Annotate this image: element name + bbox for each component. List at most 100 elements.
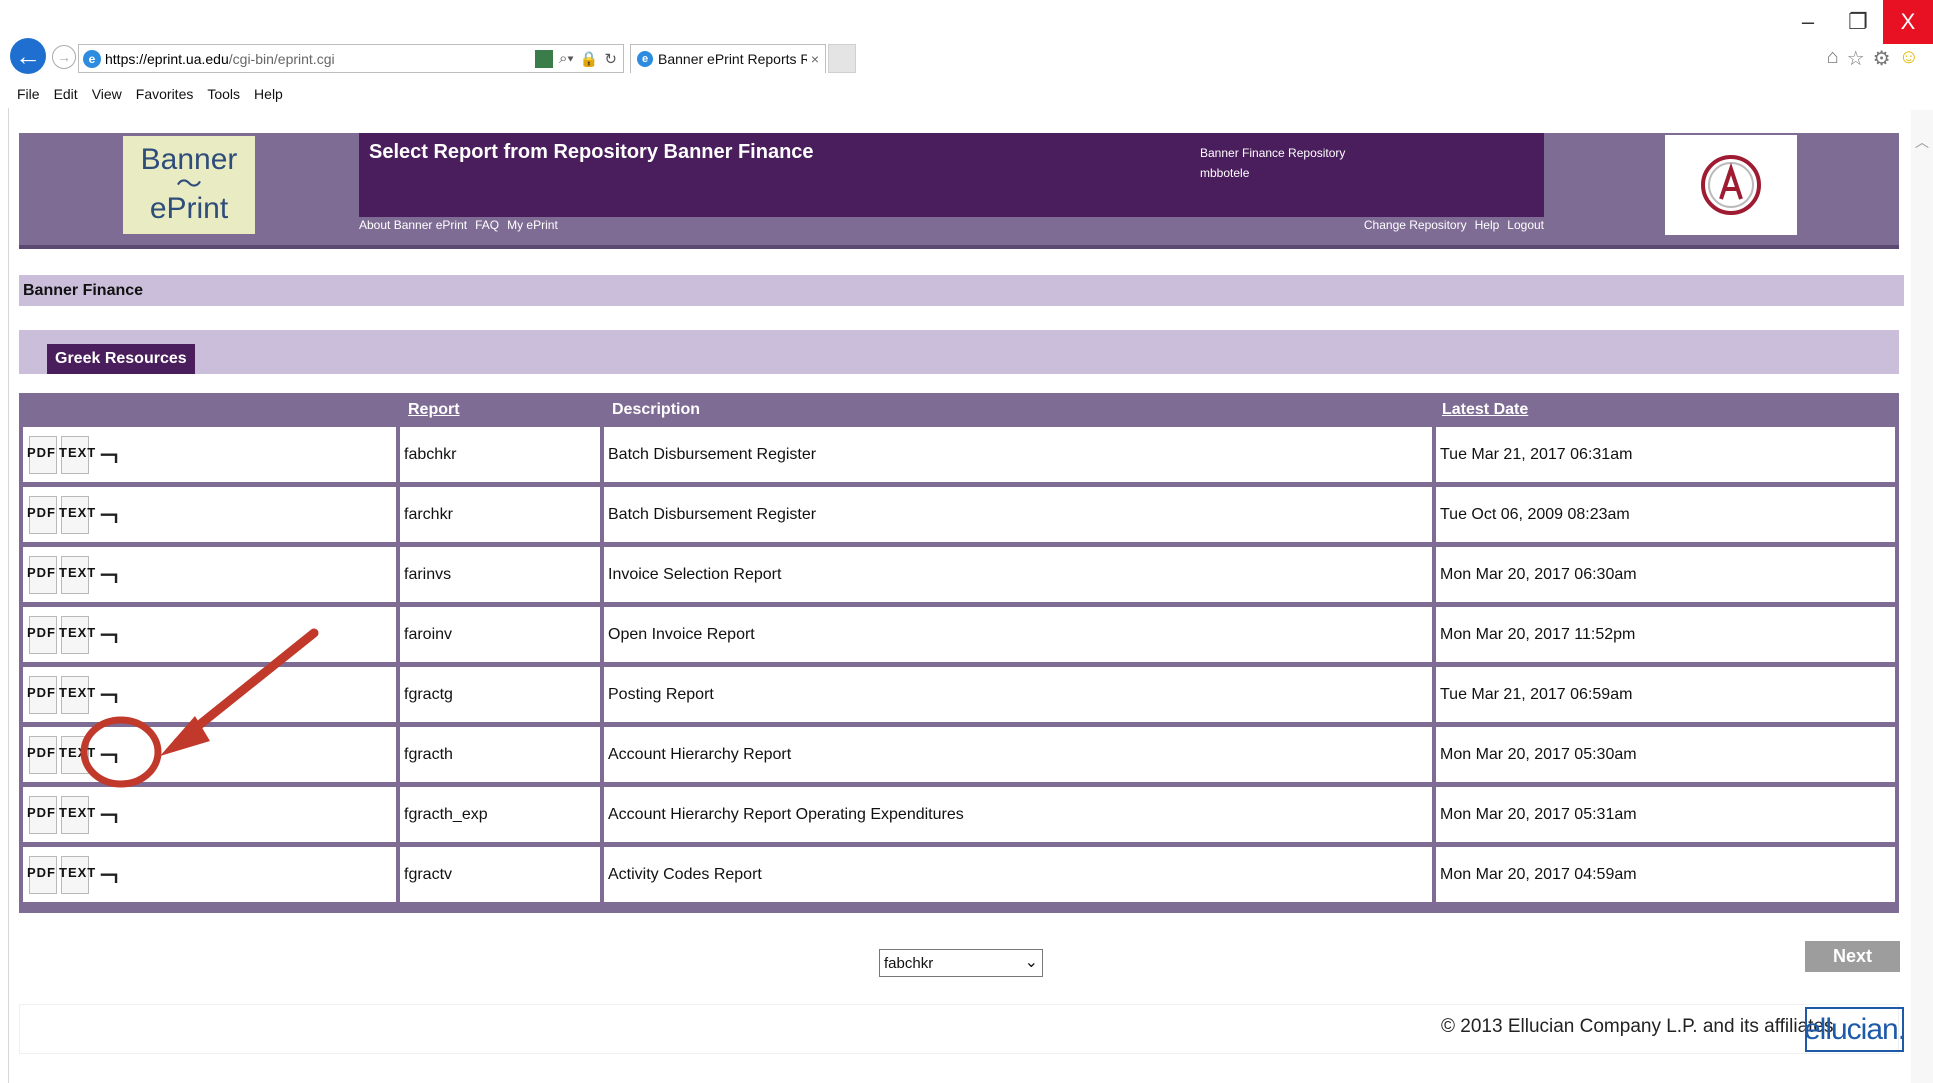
menu-bar: File Edit View Favorites Tools Help [17,86,283,102]
menu-edit[interactable]: Edit [54,86,78,102]
table-row: PDF TEXT ⌐ fgracth_exp Account Hierarchy… [23,787,1895,842]
row-actions: PDF TEXT ⌐ [23,667,396,722]
pdf-icon[interactable]: PDF [27,855,57,894]
logout-link[interactable]: Logout [1507,218,1544,232]
ellucian-logo: ellucian. [1804,1007,1906,1052]
faq-link[interactable]: FAQ [475,218,499,232]
report-description: Batch Disbursement Register [604,487,1432,542]
settings-gear-icon[interactable]: ⚙ [1873,46,1891,71]
scroll-up-icon[interactable]: ︿ [1911,132,1933,152]
favorites-star-icon[interactable]: ☆ [1847,46,1865,71]
report-select-value: fabchkr [884,954,934,972]
table-row: PDF TEXT ⌐ farinvs Invoice Selection Rep… [23,547,1895,602]
close-window-button[interactable]: X [1883,0,1933,44]
pdf-icon[interactable]: PDF [27,675,57,714]
breadcrumb: Banner Finance [19,275,1904,306]
text-icon[interactable]: TEXT [59,795,95,834]
url-text[interactable]: https://eprint.ua.edu/cgi-bin/eprint.cgi [105,51,535,67]
new-tab-button[interactable] [828,44,856,73]
help-link[interactable]: Help [1475,218,1500,232]
menu-tools[interactable]: Tools [207,86,240,102]
header-right-links: Change Repository Help Logout [1364,218,1544,232]
lock-icon[interactable]: 🔒 [580,50,599,68]
script-a-logo-icon [1701,155,1761,215]
text-icon[interactable]: TEXT [59,735,95,774]
back-arrow-icon: ← [15,40,41,71]
university-logo [1665,135,1797,235]
report-latest-date: Mon Mar 20, 2017 05:30am [1436,727,1895,782]
pdf-icon[interactable]: PDF [27,495,57,534]
text-icon[interactable]: TEXT [59,495,95,534]
minimize-button[interactable]: – [1783,0,1833,44]
my-eprint-link[interactable]: My ePrint [507,218,558,232]
feedback-smiley-icon[interactable]: ☺ [1899,46,1919,71]
report-latest-date: Tue Oct 06, 2009 08:23am [1436,487,1895,542]
page-title: Select Report from Repository Banner Fin… [369,141,814,163]
next-button[interactable]: Next [1805,941,1900,972]
download-gun-icon[interactable]: ⌐ [99,436,119,474]
download-gun-icon[interactable]: ⌐ [99,556,119,594]
vertical-scrollbar[interactable]: ︿ [1911,110,1933,1083]
tab-close-icon[interactable]: × [811,51,819,67]
report-name: faroinv [400,607,600,662]
text-icon[interactable]: TEXT [59,675,95,714]
pdf-icon[interactable]: PDF [27,615,57,654]
pdf-icon[interactable]: PDF [27,435,57,474]
compatibility-icon[interactable] [535,49,554,68]
forward-arrow-icon: → [57,49,71,65]
repository-name: Banner Finance Repository [1200,146,1346,160]
restore-button[interactable]: ❐ [1833,0,1883,44]
ie-page-icon: e [83,49,101,68]
menu-help[interactable]: Help [254,86,283,102]
tab-title: Banner ePrint Reports Repo... [658,51,807,67]
download-gun-icon[interactable]: ⌐ [99,736,119,774]
report-name: fabchkr [400,427,600,482]
change-repository-link[interactable]: Change Repository [1364,218,1467,232]
menu-favorites[interactable]: Favorites [136,86,194,102]
search-icon[interactable]: ⌕▾ [559,50,574,68]
text-icon[interactable]: TEXT [59,855,95,894]
report-description: Batch Disbursement Register [604,427,1432,482]
report-latest-date: Tue Mar 21, 2017 06:59am [1436,667,1895,722]
browser-tab[interactable]: e Banner ePrint Reports Repo... × [630,44,826,73]
pdf-icon[interactable]: PDF [27,795,57,834]
table-row: PDF TEXT ⌐ faroinv Open Invoice Report M… [23,607,1895,662]
row-actions: PDF TEXT ⌐ [23,487,396,542]
table-row: PDF TEXT ⌐ fgractg Posting Report Tue Ma… [23,667,1895,722]
table-row: PDF TEXT ⌐ fgracth Account Hierarchy Rep… [23,727,1895,782]
report-name: fgracth_exp [400,787,600,842]
back-button[interactable]: ← [10,38,46,74]
report-latest-date: Tue Mar 21, 2017 06:31am [1436,427,1895,482]
report-description: Invoice Selection Report [604,547,1432,602]
chevron-down-icon[interactable]: ⌄ [1025,952,1038,972]
report-description: Activity Codes Report [604,847,1432,902]
text-icon[interactable]: TEXT [59,615,95,654]
tab-ie-icon: e [637,51,653,67]
report-select[interactable]: fabchkr ⌄ [879,949,1043,977]
text-icon[interactable]: TEXT [59,435,95,474]
download-gun-icon[interactable]: ⌐ [99,616,119,654]
report-column-header[interactable]: Report [408,401,460,419]
about-link[interactable]: About Banner ePrint [359,218,467,232]
download-gun-icon[interactable]: ⌐ [99,676,119,714]
download-gun-icon[interactable]: ⌐ [99,496,119,534]
pdf-icon[interactable]: PDF [27,735,57,774]
forward-button[interactable]: → [52,45,76,69]
text-icon[interactable]: TEXT [59,555,95,594]
download-gun-icon[interactable]: ⌐ [99,856,119,894]
report-description: Account Hierarchy Report Operating Expen… [604,787,1432,842]
refresh-icon[interactable]: ↻ [604,50,617,68]
section-title[interactable]: Greek Resources [47,344,195,374]
report-description: Account Hierarchy Report [604,727,1432,782]
download-gun-icon[interactable]: ⌐ [99,796,119,834]
menu-file[interactable]: File [17,86,40,102]
report-name: fgractv [400,847,600,902]
address-bar[interactable]: e https://eprint.ua.edu/cgi-bin/eprint.c… [78,44,624,73]
pdf-icon[interactable]: PDF [27,555,57,594]
latest-date-column-header[interactable]: Latest Date [1442,401,1528,419]
row-actions: PDF TEXT ⌐ [23,547,396,602]
report-name: farchkr [400,487,600,542]
row-actions: PDF TEXT ⌐ [23,847,396,902]
home-icon[interactable]: ⌂ [1827,46,1839,71]
menu-view[interactable]: View [92,86,122,102]
